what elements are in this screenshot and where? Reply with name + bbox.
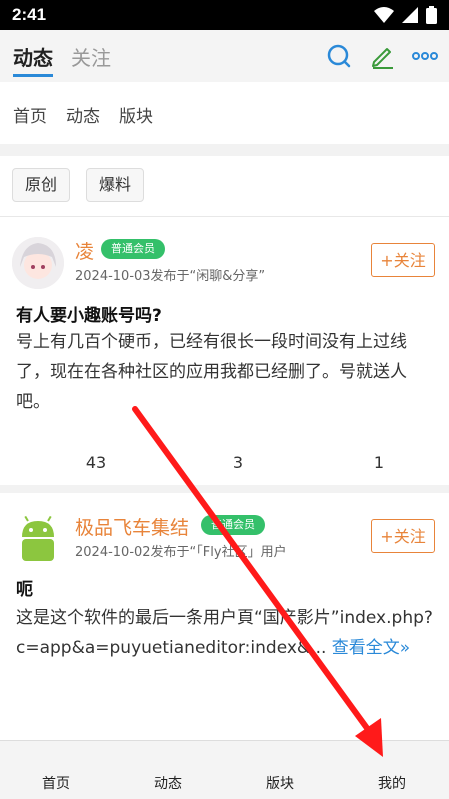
follow-button[interactable]: +关注 — [371, 519, 435, 553]
tab-dynamic[interactable]: 动态 — [13, 42, 53, 71]
post-meta: 2024-10-03发布于“闲聊&分享” — [75, 269, 266, 284]
post-card[interactable]: 凌 普通会员 2024-10-03发布于“闲聊&分享” +关注 有人要小趣账号吗… — [0, 217, 449, 485]
stat-likes[interactable]: 1 — [349, 453, 409, 472]
top-bar: 动态 关注 — [0, 30, 449, 82]
bottom-nav-me[interactable]: 我的 — [362, 773, 422, 793]
bottom-nav: 首页 动态 版块 我的 — [0, 740, 449, 799]
post-card[interactable]: 极品飞车集结 普通会员 2024-10-02发布于“「Fly社区」用户 +关注 … — [0, 493, 449, 740]
member-badge: 普通会员 — [101, 239, 165, 259]
filter-original[interactable]: 原创 — [12, 168, 71, 202]
sub-nav: 首页 动态 版块 — [0, 82, 449, 144]
bottom-nav-board[interactable]: 版块 — [250, 773, 310, 793]
stat-views[interactable]: 43 — [66, 453, 126, 472]
subnav-dynamic[interactable]: 动态 — [66, 102, 100, 127]
pencil-icon[interactable] — [369, 42, 397, 70]
filter-news[interactable]: 爆料 — [86, 168, 145, 202]
post-body[interactable]: 号上有几百个硬币，已经有很长一段时间没有上过线了，现在在各种社区的应用我都已经删… — [16, 327, 436, 417]
username[interactable]: 极品飞车集结 — [75, 513, 189, 540]
post-body[interactable]: 这是这个软件的最后一条用户頁“国产影片”index.php?c=app&a=pu… — [16, 603, 436, 663]
filter-bar: 原创 爆料 — [0, 156, 449, 217]
username[interactable]: 凌 — [75, 237, 94, 264]
subnav-board[interactable]: 版块 — [119, 102, 153, 127]
follow-button[interactable]: +关注 — [371, 243, 435, 277]
subnav-home[interactable]: 首页 — [13, 102, 47, 127]
status-icons — [374, 6, 437, 24]
post-title[interactable]: 呃 — [16, 575, 33, 600]
anime-avatar-icon — [12, 237, 64, 289]
avatar[interactable] — [12, 237, 64, 289]
status-time: 2:41 — [12, 5, 47, 24]
more-icon[interactable] — [411, 42, 439, 70]
status-bar: 2:41 — [0, 0, 449, 30]
stat-comments[interactable]: 3 — [208, 453, 268, 472]
member-badge: 普通会员 — [201, 515, 265, 535]
post-meta: 2024-10-02发布于“「Fly社区」用户 — [75, 545, 287, 560]
tab-underline — [13, 74, 53, 77]
android-icon — [22, 515, 54, 561]
avatar[interactable] — [12, 513, 64, 565]
read-more-link[interactable]: 查看全文» — [332, 638, 410, 658]
search-icon[interactable] — [325, 42, 353, 70]
post-title[interactable]: 有人要小趣账号吗? — [16, 301, 162, 326]
tab-follow[interactable]: 关注 — [71, 42, 111, 71]
cellular-icon — [402, 7, 418, 23]
bottom-nav-home[interactable]: 首页 — [26, 773, 86, 793]
wifi-icon — [374, 7, 394, 23]
bottom-nav-dynamic[interactable]: 动态 — [138, 773, 198, 793]
battery-icon — [426, 6, 437, 24]
